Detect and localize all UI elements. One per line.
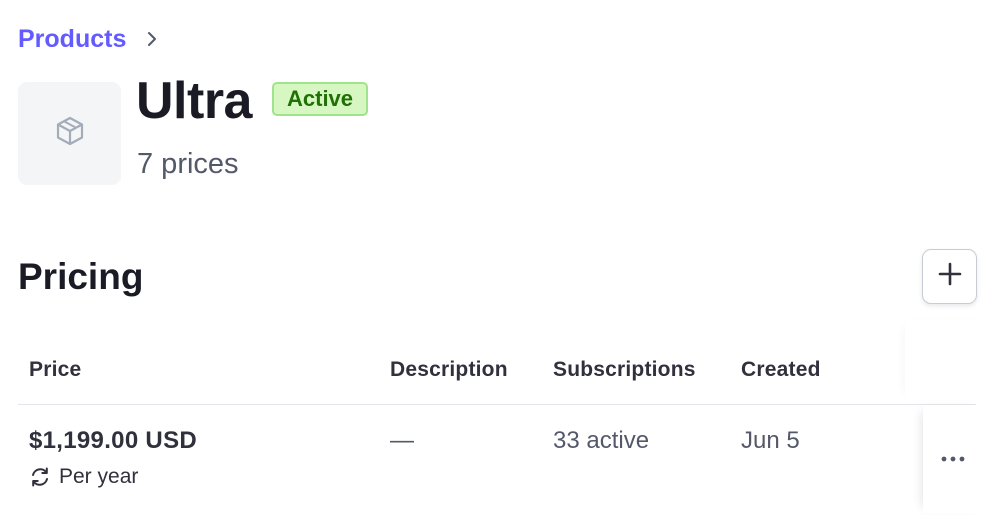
breadcrumb-products-link[interactable]: Products — [18, 25, 126, 54]
column-header-created[interactable]: Created — [741, 358, 821, 382]
pricing-section-title: Pricing — [18, 256, 144, 297]
prices-count: 7 prices — [137, 148, 239, 180]
pricing-table: Price Description Subscriptions Created … — [18, 340, 983, 515]
chevron-right-icon — [144, 31, 160, 47]
column-header-description[interactable]: Description — [390, 358, 508, 382]
add-price-button[interactable] — [922, 249, 977, 304]
price-subscriptions: 33 active — [553, 427, 650, 454]
recurring-icon — [29, 466, 51, 488]
column-header-subscriptions[interactable]: Subscriptions — [553, 358, 696, 382]
price-amount: $1,199.00 USD — [29, 427, 198, 454]
table-header: Price Description Subscriptions Created — [18, 340, 976, 405]
price-created: Jun 5 — [741, 427, 800, 454]
plus-icon — [937, 261, 963, 292]
table-row[interactable]: $1,199.00 USD — 33 active Jun 5 — [18, 405, 983, 515]
row-actions-button[interactable] — [923, 405, 983, 513]
price-interval: Per year — [29, 465, 138, 489]
page-title: Ultra — [136, 72, 252, 130]
breadcrumb: Products — [18, 22, 160, 56]
price-description: — — [390, 427, 414, 454]
product-image-placeholder — [18, 82, 121, 185]
price-interval-label: Per year — [59, 465, 139, 488]
more-horizontal-icon — [940, 450, 966, 468]
cube-icon — [54, 115, 86, 152]
status-badge: Active — [272, 82, 369, 116]
column-header-price[interactable]: Price — [29, 358, 81, 382]
